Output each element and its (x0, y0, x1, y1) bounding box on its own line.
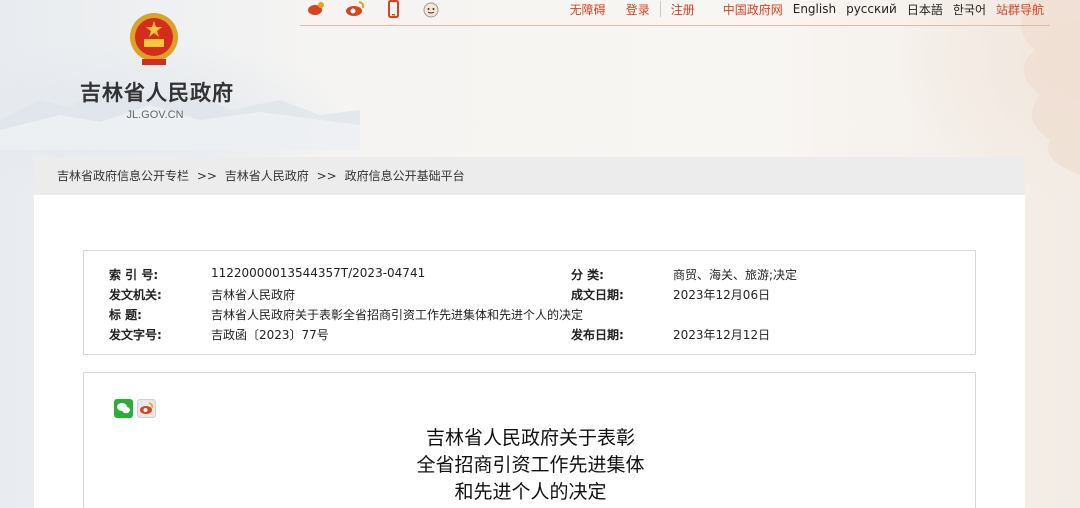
divider (659, 1, 661, 17)
share-buttons (114, 399, 156, 418)
site-name[interactable]: 吉林省人民政府 (80, 77, 240, 107)
index-label: 索 引 号: (109, 268, 159, 282)
weibo-icon[interactable] (306, 0, 328, 18)
doc-number-label: 发文字号: (109, 328, 162, 342)
cloud-decoration (1021, 0, 1080, 175)
national-emblem-icon (130, 13, 178, 65)
doc-number-value: 吉政函〔2023〕77号 (211, 328, 329, 342)
issuer-value: 吉林省人民政府 (211, 288, 296, 302)
breadcrumb-item-provincial-gov[interactable]: 吉林省人民政府 (225, 169, 309, 183)
info-row: 发文机关: 吉林省人民政府 成文日期: 2023年12月06日 (84, 286, 977, 304)
russian-link[interactable]: русский (846, 2, 897, 16)
document-title: 吉林省人民政府关于表彰 全省招商引资工作先进集体 和先进个人的决定 (84, 425, 977, 506)
breadcrumb-item-info-column[interactable]: 吉林省政府信息公开专栏 (57, 169, 189, 183)
china-gov-link[interactable]: 中国政府网 (723, 1, 783, 18)
korean-link[interactable]: 한국어 (953, 1, 986, 18)
category-value: 商贸、海关、旅游;决定 (673, 268, 798, 282)
info-row: 索 引 号: 11220000013544357T/2023-04741 分 类… (84, 266, 977, 284)
document-title-line: 吉林省人民政府关于表彰 (425, 427, 635, 449)
english-link[interactable]: English (793, 2, 836, 16)
weibo-icon[interactable] (137, 399, 156, 418)
breadcrumb-separator: >> (196, 169, 217, 183)
info-row: 发文字号: 吉政函〔2023〕77号 发布日期: 2023年12月12日 (84, 326, 977, 344)
issuer-label: 发文机关: (109, 288, 162, 302)
title-label: 标 题: (109, 308, 142, 322)
main-content-card: 吉林省政府信息公开专栏 >> 吉林省人民政府 >> 政府信息公开基础平台 索 引… (34, 157, 1025, 508)
social-links (306, 0, 442, 18)
site-nav-link[interactable]: 站群导航 (996, 1, 1044, 18)
info-row: 标 题: 吉林省人民政府关于表彰全省招商引资工作先进集体和先进个人的决定 (84, 306, 977, 324)
created-date-label: 成文日期: (571, 288, 624, 302)
document-body: 吉林省人民政府关于表彰 全省招商引资工作先进集体 和先进个人的决定 (83, 372, 976, 508)
breadcrumb: 吉林省政府信息公开专栏 >> 吉林省人民政府 >> 政府信息公开基础平台 (34, 157, 1025, 195)
breadcrumb-separator: >> (316, 169, 337, 183)
published-date-value: 2023年12月12日 (673, 328, 771, 342)
created-date-value: 2023年12月06日 (673, 288, 771, 302)
login-link[interactable]: 登录 (626, 1, 650, 18)
title-value: 吉林省人民政府关于表彰全省招商引资工作先进集体和先进个人的决定 (211, 308, 584, 322)
document-title-line: 和先进个人的决定 (454, 481, 607, 503)
japanese-link[interactable]: 日本語 (907, 1, 943, 18)
weibo-logo-icon[interactable] (344, 0, 366, 18)
mobile-icon[interactable] (382, 0, 404, 18)
top-links: 无障碍 登录 注册 中国政府网 English русский 日本語 한국어 … (560, 0, 1044, 18)
breadcrumb-item-platform[interactable]: 政府信息公开基础平台 (345, 169, 465, 183)
accessibility-link[interactable]: 无障碍 (570, 1, 606, 18)
published-date-label: 发布日期: (571, 328, 624, 342)
site-domain: JL.GOV.CN (126, 109, 184, 121)
avatar-icon[interactable] (420, 0, 442, 18)
index-value: 11220000013544357T/2023-04741 (211, 266, 426, 280)
register-link[interactable]: 注册 (671, 1, 695, 18)
category-label: 分 类: (571, 268, 604, 282)
document-title-line: 全省招商引资工作先进集体 (416, 454, 645, 476)
wechat-icon[interactable] (114, 399, 133, 418)
top-navigation-bar: 无障碍 登录 注册 中国政府网 English русский 日本語 한국어 … (300, 0, 1050, 26)
document-info-table: 索 引 号: 11220000013544357T/2023-04741 分 类… (83, 250, 976, 355)
